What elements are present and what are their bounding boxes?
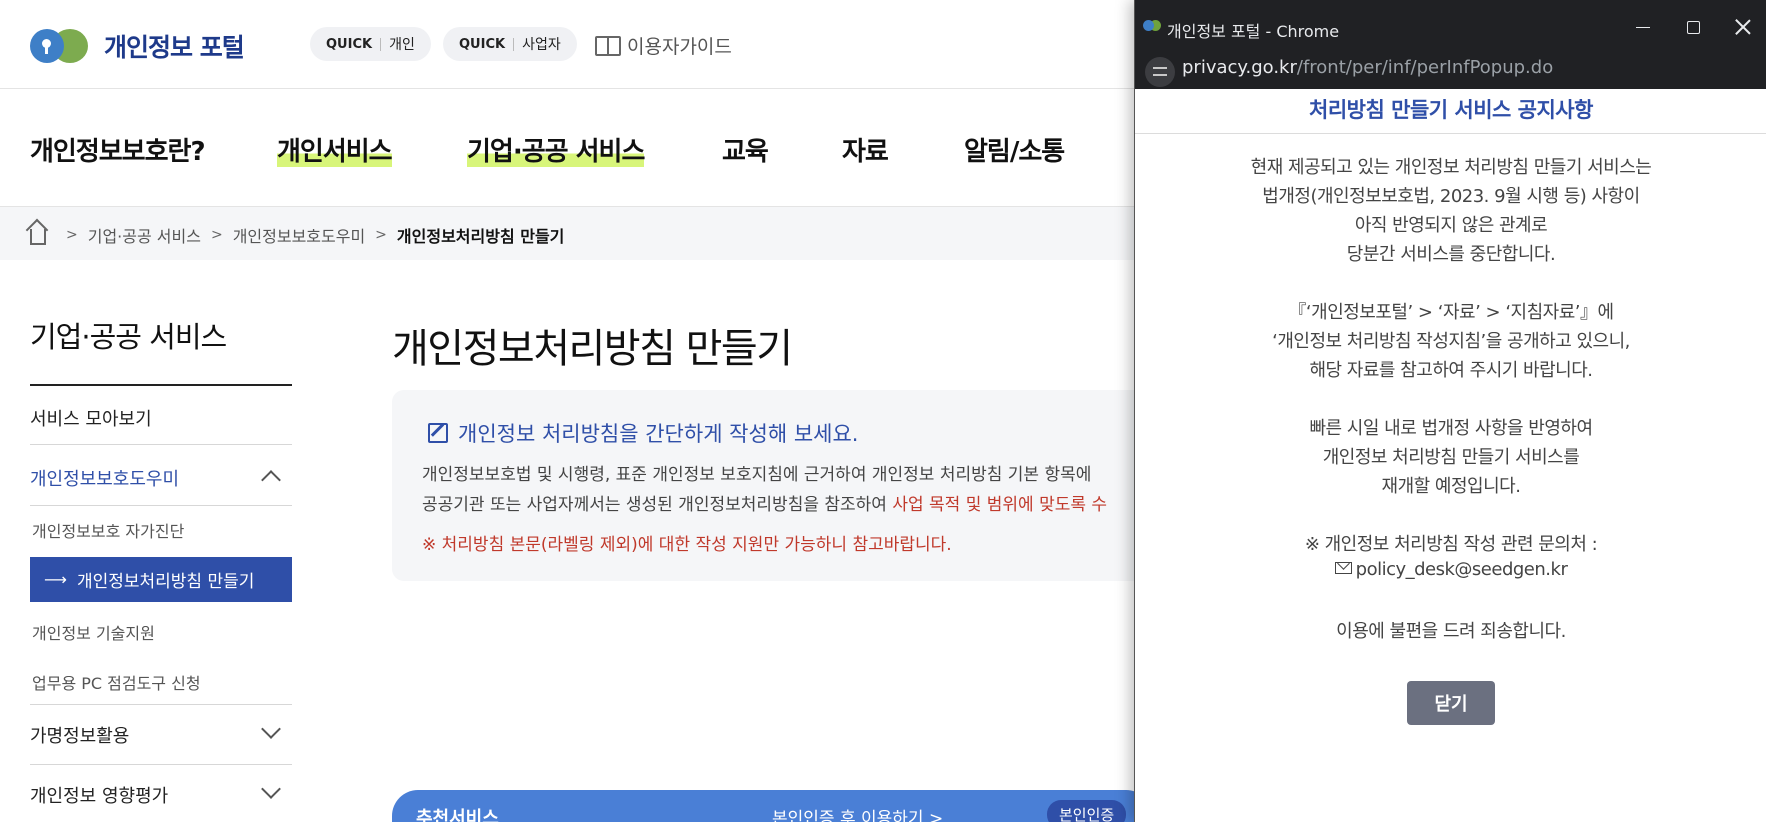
info-line: 공공기관 또는 사업자께서는 생성된 개인정보처리방침을 참조하여 사업 목적 … — [422, 490, 1107, 515]
nav-business-service[interactable]: 기업·공공 서비스 — [467, 131, 645, 168]
notice-line: 빠른 시일 내로 법개정 사항을 반영하여 — [1309, 418, 1593, 439]
info-heading-text: 개인정보 처리방침을 간단하게 작성해 보세요. — [458, 422, 859, 446]
nav-personal-service[interactable]: 개인서비스 — [277, 131, 393, 168]
nav-notice[interactable]: 알림/소통 — [964, 131, 1065, 168]
quick-label: QUICK — [326, 36, 373, 52]
site-settings-icon[interactable] — [1145, 57, 1175, 87]
window-close-button[interactable] — [1721, 8, 1765, 46]
sidebar-item-privacy-helper[interactable]: 개인정보보호도우미 — [30, 465, 292, 491]
banner-auth-link[interactable]: 본인인증 후 이용하기 > — [772, 804, 943, 822]
chevron-right-icon: > — [210, 227, 223, 243]
sidebar-item-impact-assessment[interactable]: 개인정보 영향평가 — [30, 779, 292, 808]
close-icon — [1735, 19, 1751, 35]
url-path: /front/per/inf/perInfPopup.do — [1296, 57, 1554, 78]
nav-personal-service-label: 개인서비스 — [277, 137, 393, 167]
window-titlebar[interactable]: 개인정보 포털 - Chrome — [1135, 0, 1766, 55]
sidebar-subitem-pc-check[interactable]: 업무용 PC 점검도구 신청 — [32, 670, 201, 694]
user-guide-label: 이용자가이드 — [627, 36, 732, 58]
sidebar-item-label: 개인정보보호도우미 — [30, 469, 180, 490]
notice-line: 법개정(개인정보보호법, 2023. 9월 시행 등) 사항이 — [1262, 186, 1640, 207]
chevron-down-icon — [261, 779, 281, 799]
sidebar-subitem-tech-support[interactable]: 개인정보 기술지원 — [32, 620, 155, 644]
info-box: 개인정보 처리방침을 간단하게 작성해 보세요. 개인정보보호법 및 시행령, … — [392, 390, 1152, 581]
notice-line: 당분간 서비스를 중단합니다. — [1346, 244, 1556, 265]
minimize-icon — [1636, 26, 1650, 28]
notice-line: ※ 개인정보 처리방침 작성 관련 문의처 : — [1304, 534, 1598, 555]
sidebar-item-service-overview[interactable]: 서비스 모아보기 — [30, 405, 292, 431]
sidebar-separator — [30, 505, 292, 506]
url-text[interactable]: privacy.go.kr/front/per/inf/perInfPopup.… — [1182, 57, 1553, 78]
recommend-banner: 추천서비스 본인인증 후 이용하기 > 본인인증 — [392, 790, 1152, 822]
info-line-emphasis: 사업 목적 및 범위에 맞도록 수 — [892, 495, 1108, 515]
nav-about-privacy[interactable]: 개인정보보호란? — [30, 131, 206, 168]
notice-line: 해당 자료를 참고하여 주시기 바랍니다. — [1309, 360, 1593, 381]
quick-label: QUICK — [459, 36, 506, 52]
home-icon[interactable] — [30, 229, 46, 245]
quick-personal-label: 개인 — [389, 37, 415, 53]
popup-window: 개인정보 포털 - Chrome privacy.go.kr/front/per… — [1134, 0, 1766, 822]
nav-business-service-label: 기업·공공 서비스 — [467, 137, 645, 167]
chevron-up-icon — [261, 470, 281, 490]
sidebar-subitem-self-check[interactable]: 개인정보보호 자가진단 — [32, 518, 184, 542]
info-heading: 개인정보 처리방침을 간단하게 작성해 보세요. — [428, 418, 858, 448]
popup-title: 처리방침 만들기 서비스 공지사항 — [1309, 98, 1593, 122]
sidebar-item-label: 가명정보활용 — [30, 726, 130, 747]
breadcrumb-item[interactable]: 기업·공공 서비스 — [88, 223, 201, 247]
chevron-right-icon: > — [66, 227, 78, 243]
breadcrumb: > 기업·공공 서비스 > 개인정보보호도우미 > 개인정보처리방침 만들기 — [30, 223, 564, 247]
sidebar-subitem-policy-maker[interactable]: ⟶ 개인정보처리방침 만들기 — [30, 557, 292, 602]
sidebar-separator — [30, 444, 292, 445]
address-bar[interactable]: privacy.go.kr/front/per/inf/perInfPopup.… — [1135, 55, 1766, 89]
contact-email: policy_desk@seedgen.kr — [1135, 559, 1766, 580]
banner-auth-button[interactable]: 본인인증 — [1047, 800, 1127, 822]
popup-divider — [1135, 133, 1766, 134]
notice-line: 이용에 불편을 드려 죄송합니다. — [1336, 621, 1566, 642]
contact-email-text[interactable]: policy_desk@seedgen.kr — [1356, 559, 1568, 580]
quick-business-button[interactable]: QUICK 사업자 — [443, 27, 577, 61]
nav-education[interactable]: 교육 — [722, 131, 769, 168]
breadcrumb-current: 개인정보처리방침 만들기 — [396, 227, 565, 246]
edit-icon — [428, 423, 448, 443]
arrow-right-icon: ⟶ — [44, 570, 67, 589]
notice-line: 개인정보 처리방침 만들기 서비스를 — [1322, 447, 1580, 468]
maximize-button[interactable] — [1671, 8, 1715, 46]
close-button[interactable]: 닫기 — [1407, 681, 1495, 725]
notice-line: 재개할 예정입니다. — [1381, 476, 1521, 497]
sidebar-separator — [30, 704, 292, 705]
notice-line: ‘개인정보 처리방침 작성지침’을 공개하고 있으니, — [1272, 331, 1630, 352]
sidebar-item-pseudonym[interactable]: 가명정보활용 — [30, 719, 292, 748]
popup-content: 처리방침 만들기 서비스 공지사항 현재 제공되고 있는 개인정보 처리방침 만… — [1135, 89, 1766, 822]
logo-text: 개인정보 포털 — [104, 33, 245, 62]
sidebar-item-label: 개인정보 영향평가 — [30, 786, 169, 807]
sidebar-divider — [30, 384, 292, 386]
mail-icon — [1334, 562, 1352, 574]
sidebar-separator — [30, 764, 292, 765]
chevron-down-icon — [261, 719, 281, 739]
sidebar-item-label: 서비스 모아보기 — [30, 409, 152, 430]
site-logo[interactable]: 개인정보 포털 — [30, 27, 245, 65]
info-line-text: 공공기관 또는 사업자께서는 생성된 개인정보처리방침을 참조하여 — [422, 495, 893, 515]
user-guide-link[interactable]: 이용자가이드 — [595, 32, 732, 59]
banner-title: 추천서비스 — [416, 808, 499, 822]
maximize-icon — [1686, 20, 1700, 34]
quick-business-label: 사업자 — [522, 37, 561, 53]
sidebar-item-label: 개인정보처리방침 만들기 — [76, 572, 255, 592]
nav-resources[interactable]: 자료 — [842, 131, 889, 168]
site-favicon-icon — [1143, 20, 1161, 32]
notice-line: 아직 반영되지 않은 관계로 — [1354, 215, 1548, 236]
logo-icon — [30, 27, 90, 65]
quick-personal-button[interactable]: QUICK 개인 — [310, 27, 431, 61]
minimize-button[interactable] — [1621, 8, 1665, 46]
url-domain: privacy.go.kr — [1182, 57, 1297, 78]
page-title: 개인정보처리방침 만들기 — [392, 326, 793, 372]
info-note: ※ 처리방침 본문(라벨링 제외)에 대한 작성 지원만 가능하니 참고바랍니다… — [422, 535, 952, 555]
info-line: 개인정보보호법 및 시행령, 표준 개인정보 보호지침에 근거하여 개인정보 처… — [422, 465, 1092, 485]
sidebar-title: 기업·공공 서비스 — [30, 320, 227, 354]
breadcrumb-item[interactable]: 개인정보보호도우미 — [233, 223, 365, 247]
notice-line: 현재 제공되고 있는 개인정보 처리방침 만들기 서비스는 — [1250, 157, 1652, 178]
window-title: 개인정보 포털 - Chrome — [1167, 22, 1340, 41]
chevron-right-icon: > — [375, 227, 387, 243]
book-icon — [595, 35, 621, 56]
notice-line: 『‘개인정보포털’ > ‘자료’ > ‘지침자료’』에 — [1288, 302, 1614, 323]
